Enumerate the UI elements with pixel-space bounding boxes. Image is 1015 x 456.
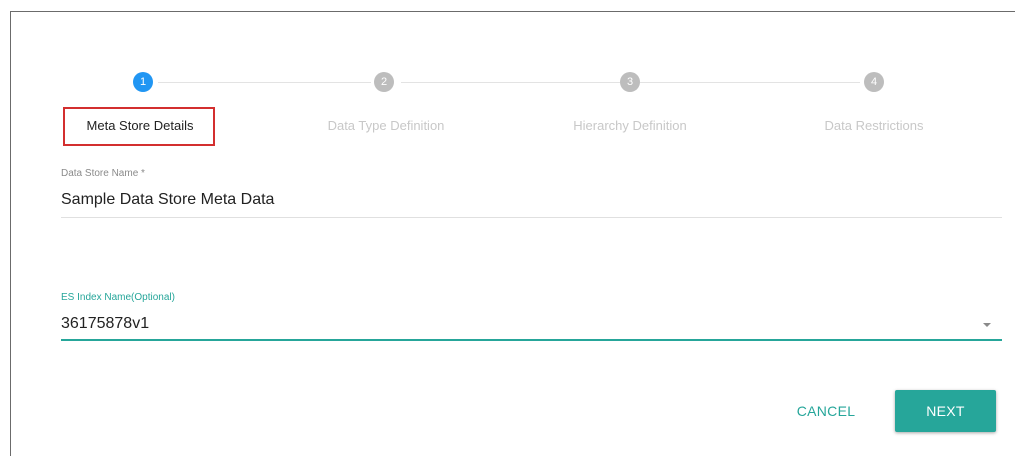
data-store-name-label: Data Store Name * bbox=[61, 168, 145, 179]
step-2-label[interactable]: Data Type Definition bbox=[328, 118, 445, 133]
step-3-label[interactable]: Hierarchy Definition bbox=[573, 118, 686, 133]
step-connector bbox=[158, 82, 371, 83]
step-2-circle[interactable]: 2 bbox=[374, 72, 394, 92]
step-1-circle[interactable]: 1 bbox=[133, 72, 153, 92]
step-connector bbox=[401, 82, 620, 83]
step-3-circle[interactable]: 3 bbox=[620, 72, 640, 92]
data-store-name-underline bbox=[61, 217, 1002, 218]
step-4-label[interactable]: Data Restrictions bbox=[825, 118, 924, 133]
dropdown-arrow-icon[interactable] bbox=[983, 323, 991, 327]
cancel-button[interactable]: CANCEL bbox=[775, 392, 877, 430]
es-index-name-select[interactable]: 36175878v1 bbox=[61, 315, 149, 333]
step-connector bbox=[640, 82, 860, 83]
data-store-name-input[interactable]: Sample Data Store Meta Data bbox=[61, 191, 274, 209]
es-index-name-label: ES Index Name(Optional) bbox=[61, 292, 175, 303]
es-index-name-underline bbox=[61, 339, 1002, 341]
step-4-circle[interactable]: 4 bbox=[864, 72, 884, 92]
step-1-label[interactable]: Meta Store Details bbox=[87, 118, 194, 133]
next-button[interactable]: NEXT bbox=[895, 390, 996, 432]
